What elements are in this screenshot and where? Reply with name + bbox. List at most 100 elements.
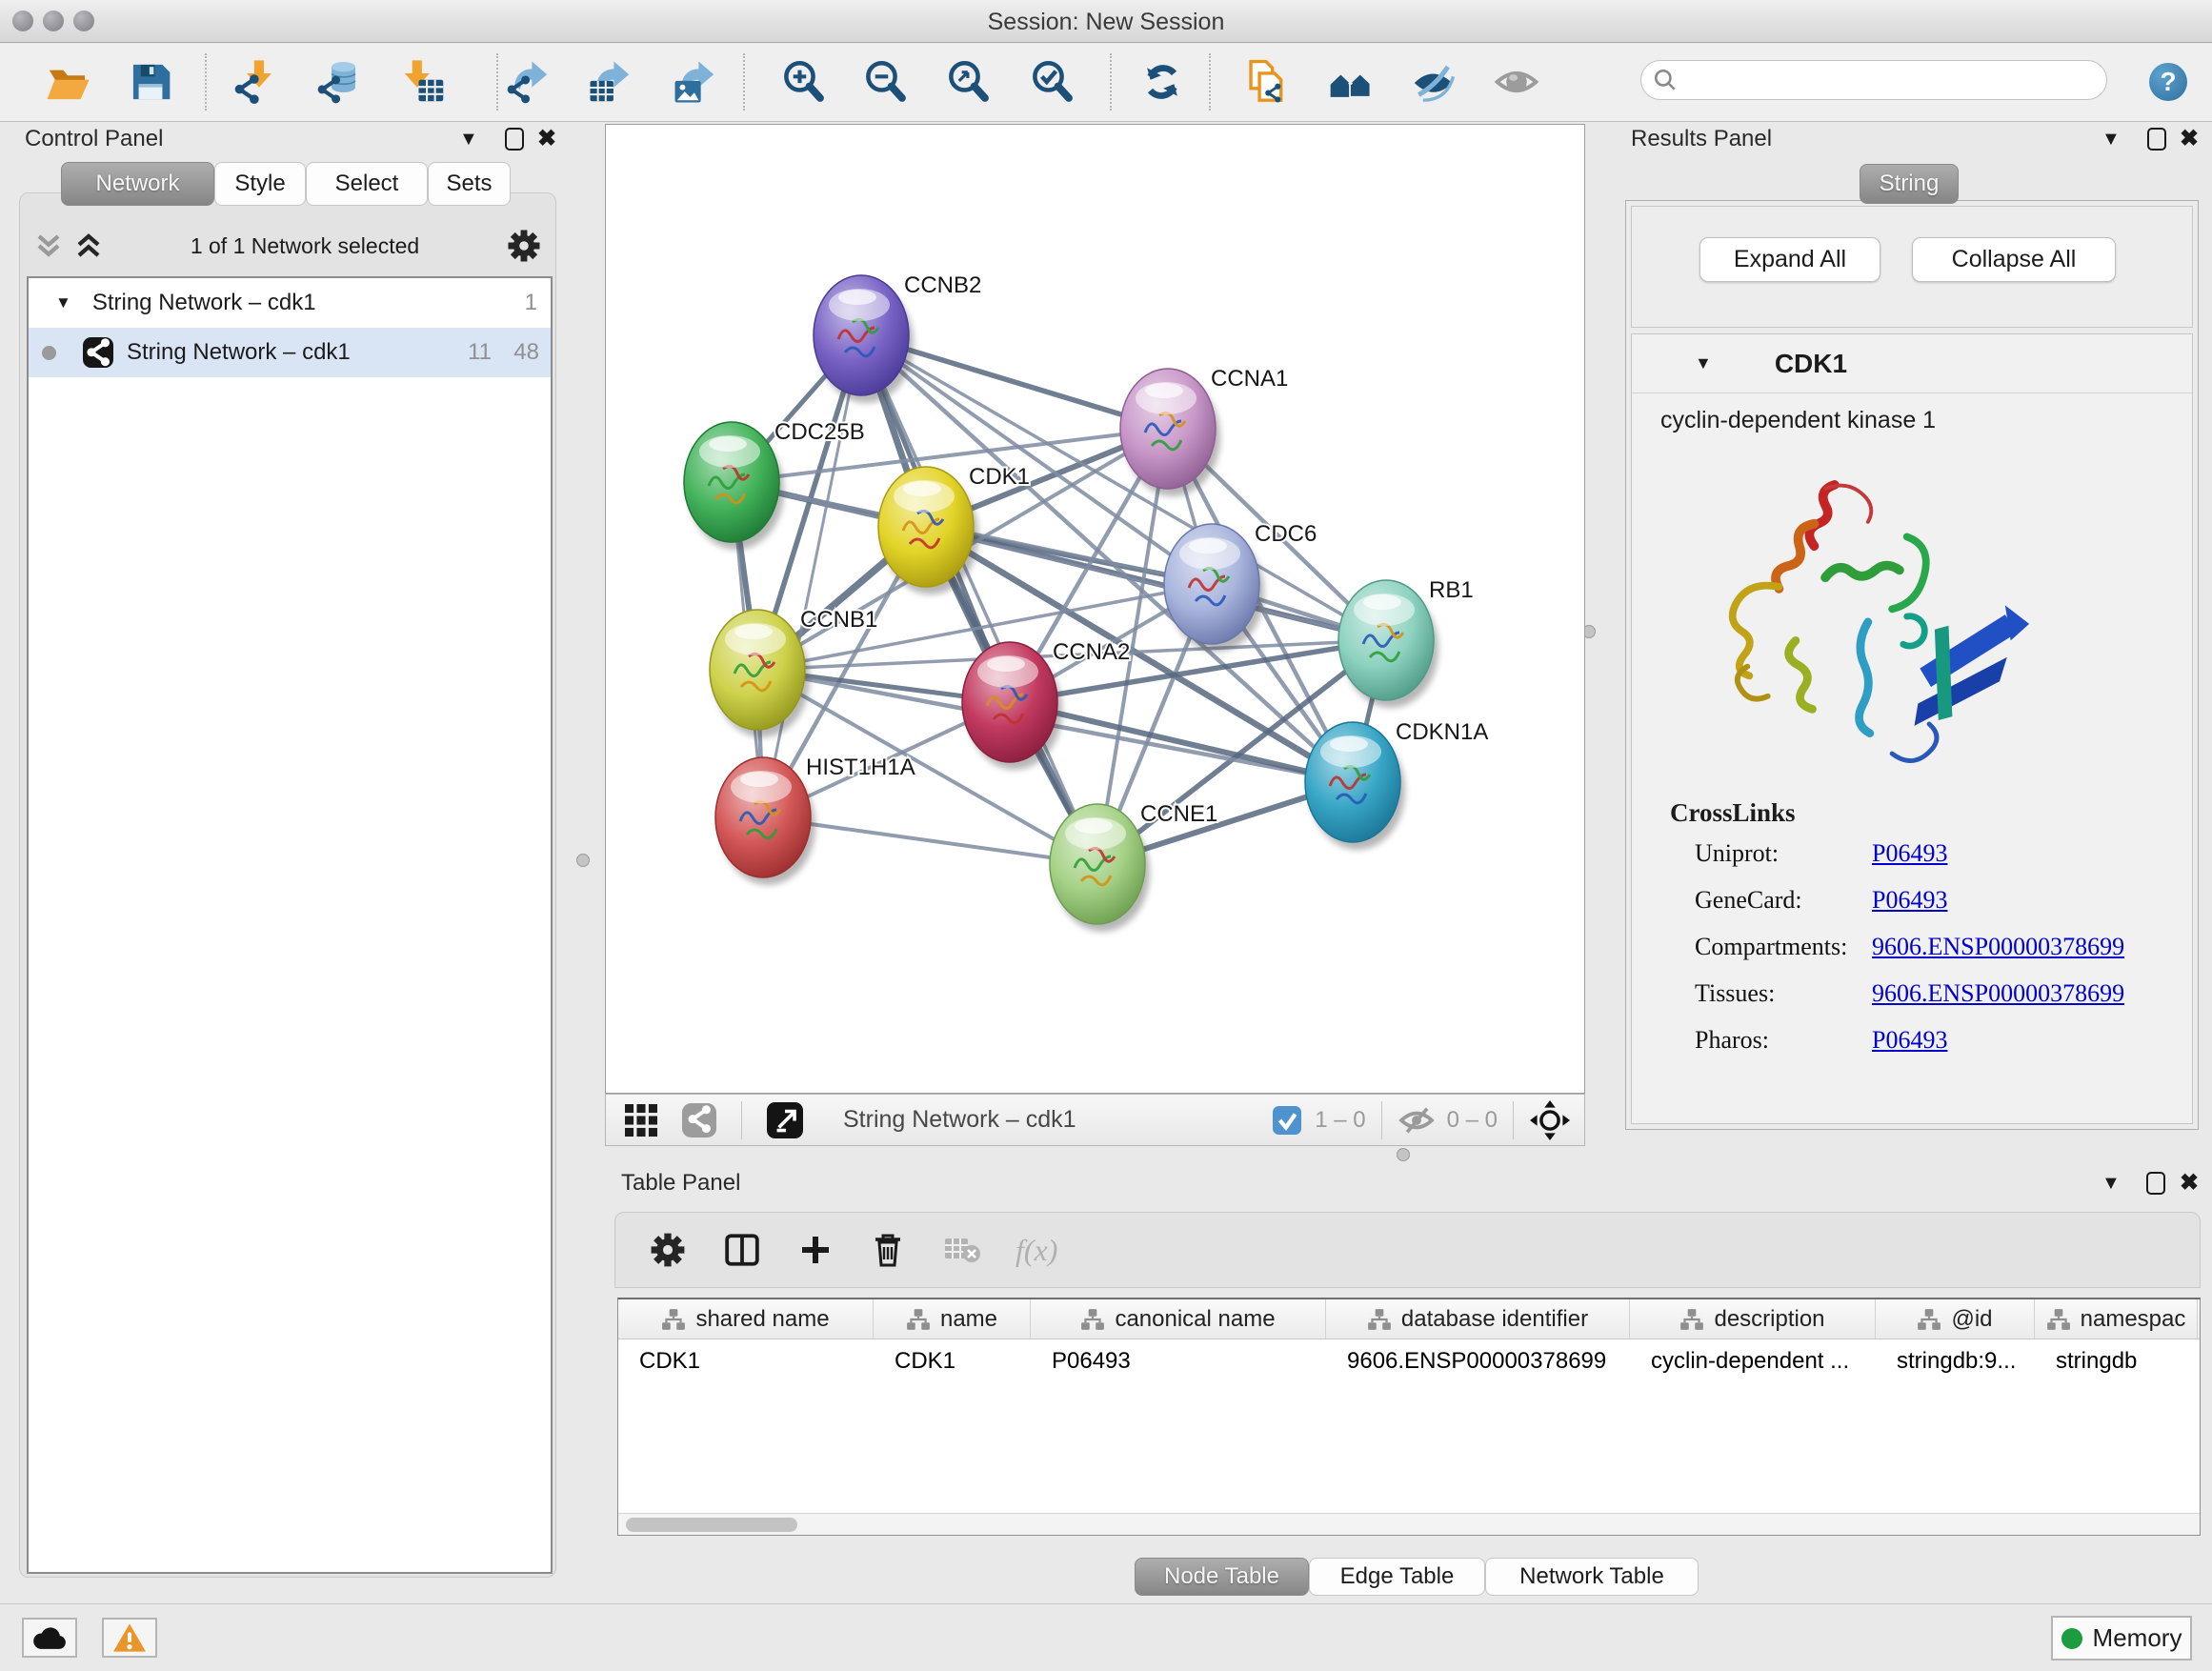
crosslink-row: Uniprot:P06493 [1695,839,2192,868]
tab-string[interactable]: String [1860,164,1959,204]
cloud-button[interactable] [22,1618,77,1658]
node-CCNE1[interactable]: CCNE1 [1050,801,1217,932]
renderer-switch-icon[interactable] [767,1102,803,1138]
edge-CCNB2-HIST1H1A[interactable] [763,335,861,817]
zoom-in-icon[interactable] [773,50,835,113]
selected-nodes-checkbox[interactable] [1273,1106,1301,1135]
expand-all-button[interactable]: Expand All [1699,237,1880,282]
network-collection-row[interactable]: ▼ String Network – cdk1 1 [29,278,551,328]
network-row-selected[interactable]: String Network – cdk1 11 48 [29,328,551,377]
node-CCNA2[interactable]: CCNA2 [962,639,1130,770]
search-box[interactable] [1640,60,2107,100]
crosslink-label: Pharos: [1695,1026,1872,1055]
import-database-icon[interactable] [308,50,371,113]
move-crosshair-icon[interactable] [1529,1099,1571,1141]
memory-button[interactable]: Memory [2051,1616,2192,1661]
tab-network-table[interactable]: Network Table [1485,1558,1699,1596]
table-hscrollbar-thumb[interactable] [626,1518,797,1532]
open-session-icon[interactable] [36,50,99,113]
crosslink-link[interactable]: P06493 [1872,886,1947,915]
import-table-icon[interactable] [392,50,454,113]
table-panel-title: Table Panel [621,1170,740,1197]
network-canvas[interactable]: CCNB2 CCNA1 CDC25B [605,124,1585,1094]
table-panel-menu-icon[interactable]: ▼ [2101,1173,2121,1195]
birdseye-view-icon[interactable] [682,1103,716,1137]
node-CCNA1[interactable]: CCNA1 [1120,366,1288,496]
import-network-icon[interactable] [224,50,287,113]
results-panel-title: Results Panel [1631,126,1772,152]
node-label-HIST1H1A: HIST1H1A [806,755,915,780]
expand-all-networks-icon[interactable] [74,232,103,259]
node-HIST1H1A[interactable]: HIST1H1A [715,755,915,885]
tab-network[interactable]: Network [61,162,214,206]
zoom-selected-icon[interactable] [1021,50,1084,113]
show-columns-icon[interactable] [724,1232,760,1268]
search-input[interactable] [1685,67,2085,93]
save-session-icon[interactable] [119,50,182,113]
control-panel-menu-icon[interactable]: ▼ [459,129,478,151]
node-CCNB2[interactable]: CCNB2 [814,272,981,403]
export-image-icon[interactable] [664,50,727,113]
tab-select[interactable]: Select [306,162,428,206]
control-panel-close-icon[interactable]: ✖ [537,125,556,152]
delete-column-icon[interactable] [871,1232,905,1268]
node-table[interactable]: shared namenamecanonical namedatabase id… [617,1298,2201,1536]
results-panel-float-icon[interactable] [2147,128,2166,151]
table-options-gear-icon[interactable] [650,1232,686,1268]
grid-view-icon[interactable] [625,1104,657,1137]
help-icon[interactable]: ? [2149,63,2187,101]
table-panel-float-icon[interactable] [2146,1172,2165,1195]
column-header-description[interactable]: description [1630,1299,1876,1339]
column-header-database-identifier[interactable]: database identifier [1326,1299,1630,1339]
warnings-button[interactable] [102,1618,157,1658]
node-CDC25B[interactable]: CDC25B [684,419,865,550]
crosslink-link[interactable]: 9606.ENSP00000378699 [1872,979,2124,1008]
node-CDKN1A[interactable]: CDKN1A [1305,719,1488,850]
results-panel-menu-icon[interactable]: ▼ [2101,129,2121,151]
search-icon [1653,68,1678,92]
string-home-icon[interactable] [1318,50,1381,113]
section-expander-icon[interactable]: ▼ [1695,353,1712,373]
protein-structure-image [1681,448,2043,791]
hidden-eye-icon[interactable] [1398,1105,1436,1136]
tab-edge-table[interactable]: Edge Table [1309,1558,1485,1596]
tab-sets[interactable]: Sets [428,162,511,206]
tab-node-table[interactable]: Node Table [1135,1558,1309,1596]
main-toolbar: ? [0,44,2212,122]
collapse-all-networks-icon[interactable] [34,232,63,259]
zoom-out-icon[interactable] [855,50,917,113]
table-row[interactable]: CDK1CDK1P064939606.ENSP00000378699cyclin… [618,1339,2200,1383]
left-splitter-handle[interactable] [576,854,590,867]
control-panel-float-icon[interactable] [505,128,524,151]
zoom-fit-icon[interactable] [937,50,1000,113]
column-header-canonical-name[interactable]: canonical name [1031,1299,1326,1339]
crosslink-row: Pharos:P06493 [1695,1026,2192,1055]
protein-section-header[interactable]: ▼ CDK1 [1632,334,2192,393]
node-CCNB1[interactable]: CCNB1 [710,607,877,737]
add-column-icon[interactable] [798,1233,833,1267]
crosslink-link[interactable]: 9606.ENSP00000378699 [1872,933,2124,961]
export-network-icon[interactable] [497,50,560,113]
column-header-shared-name[interactable]: shared name [618,1299,874,1339]
results-panel-close-icon[interactable]: ✖ [2180,125,2199,152]
tree-expander-icon[interactable]: ▼ [55,293,71,312]
export-table-icon[interactable] [579,50,642,113]
show-all-icon[interactable] [1485,50,1548,113]
table-panel-close-icon[interactable]: ✖ [2180,1169,2199,1197]
table-hscrollbar[interactable] [618,1513,2200,1535]
collapse-all-button[interactable]: Collapse All [1912,237,2116,282]
column-header--id[interactable]: @id [1876,1299,2035,1339]
node-RB1[interactable]: RB1 [1338,577,1474,708]
crosslink-link[interactable]: P06493 [1872,839,1947,868]
tab-style[interactable]: Style [214,162,306,206]
refresh-icon[interactable] [1131,50,1194,113]
network-options-gear-icon[interactable] [507,229,541,263]
edge-CCNB2-CCNE1[interactable] [861,335,1097,864]
column-header-namespac[interactable]: namespac [2035,1299,2198,1339]
hide-selected-icon[interactable] [1401,50,1464,113]
column-type-icon [1679,1307,1704,1332]
new-network-from-file-icon[interactable] [1236,50,1298,113]
column-header-name[interactable]: name [874,1299,1031,1339]
crosslink-link[interactable]: P06493 [1872,1026,1947,1055]
bottom-splitter-handle[interactable] [1397,1148,1410,1161]
